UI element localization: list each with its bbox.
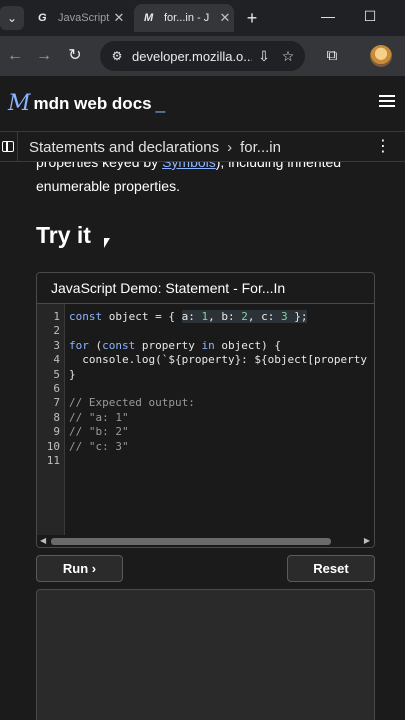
code-comment: // "c: 3"	[69, 439, 129, 453]
symbols-link[interactable]: Symbols	[162, 162, 216, 170]
line-number: 6	[53, 382, 60, 395]
close-icon[interactable]: ✕	[110, 10, 128, 26]
line-number: 9	[53, 425, 60, 439]
demo-title: JavaScript Demo: Statement - For...In	[37, 273, 374, 304]
reload-button[interactable]: ↻	[64, 45, 86, 67]
code-area[interactable]: const object = { a: 1, b: 2, c: 3 }; for…	[69, 304, 374, 535]
mdn-logo[interactable]: M mdn web docs _	[8, 91, 165, 116]
mouse-cursor	[104, 238, 110, 248]
code-line: }	[69, 367, 76, 381]
profile-avatar[interactable]	[370, 45, 392, 67]
mdn-logo-text: mdn web docs	[33, 93, 152, 113]
breadcrumb-item-statements[interactable]: Statements and declarations	[29, 139, 219, 156]
tab-search-button[interactable]: ⌄	[0, 6, 24, 30]
bookmark-star-icon[interactable]: ☆	[276, 48, 300, 65]
code-line: console.log(`${property}: ${object[prope…	[69, 353, 368, 367]
line-number: 7	[53, 396, 60, 410]
forward-button[interactable]: →	[33, 45, 55, 67]
interactive-demo: JavaScript Demo: Statement - For...In 1 …	[36, 272, 375, 548]
chevron-down-icon: ⌄	[6, 11, 18, 25]
site-settings-icon[interactable]: ⚙	[108, 47, 126, 65]
sidebar-icon	[2, 141, 14, 152]
breadcrumb-item-for-in[interactable]: for...in	[240, 139, 281, 156]
sidebar-toggle-button[interactable]	[0, 132, 18, 162]
extensions-icon[interactable]: ⧉	[322, 46, 342, 66]
breadcrumb-bar: Statements and declarations › for...in ⋮	[0, 131, 405, 162]
menu-icon[interactable]	[379, 95, 395, 107]
google-favicon-icon: G	[38, 12, 47, 24]
install-app-icon[interactable]: ⇩	[252, 48, 276, 65]
minimize-button[interactable]: —	[318, 8, 338, 24]
reset-button[interactable]: Reset	[287, 555, 375, 582]
site-header: M mdn web docs _	[0, 76, 405, 131]
intro-paragraph: properties keyed by Symbols), including …	[36, 162, 386, 198]
code-comment: // "a: 1"	[69, 410, 129, 424]
console-output	[36, 589, 375, 720]
scroll-left-icon[interactable]: ◀	[40, 536, 46, 545]
tab-javascript[interactable]: G JavaScript ✕	[28, 4, 128, 32]
breadcrumb: Statements and declarations › for...in	[29, 139, 281, 156]
line-number: 5	[53, 367, 60, 381]
code-comment: // "b: 2"	[69, 425, 129, 439]
tab-for-in[interactable]: M for...in - J ✕	[134, 4, 234, 32]
line-number: 1	[53, 310, 60, 323]
new-tab-button[interactable]: +	[244, 8, 260, 29]
try-it-heading: Try it	[36, 222, 91, 248]
line-number: 3	[53, 338, 60, 352]
line-number-gutter: 1 2 3 4 5 6 7 8 9 10 11	[37, 304, 65, 535]
browser-toolbar: ← → ↻ ⚙ developer.mozilla.o... ⇩ ☆ ⧉	[0, 36, 405, 76]
tab-title: for...in - J	[164, 12, 210, 24]
mdn-favicon-icon: M	[144, 12, 154, 24]
url-text[interactable]: developer.mozilla.o...	[132, 49, 252, 64]
line-number: 2	[53, 324, 60, 338]
close-icon[interactable]: ✕	[216, 10, 234, 26]
line-number: 4	[53, 353, 60, 367]
code-editor[interactable]: 1 2 3 4 5 6 7 8 9 10 11 const object = {…	[37, 304, 374, 535]
code-comment: // Expected output:	[69, 396, 195, 410]
maximize-button[interactable]: ☐	[360, 8, 380, 25]
tab-title: JavaScript	[58, 12, 110, 24]
article-content: properties keyed by Symbols), including …	[0, 162, 405, 720]
mdn-logo-caret: _	[155, 93, 166, 113]
run-button[interactable]: Run ›	[36, 555, 123, 582]
code-line: for (const property in object) {	[69, 338, 281, 352]
line-number: 8	[53, 410, 60, 424]
chevron-right-icon: ›	[227, 139, 233, 156]
scrollbar-thumb[interactable]	[51, 538, 331, 545]
line-number: 10	[46, 439, 60, 453]
line-number: 11	[46, 454, 60, 467]
scroll-right-icon[interactable]: ▶	[364, 536, 370, 545]
more-options-icon[interactable]: ⋮	[375, 138, 391, 156]
address-bar[interactable]: ⚙ developer.mozilla.o... ⇩ ☆	[100, 41, 305, 71]
code-line: const object = { a: 1, b: 2, c: 3 };	[69, 310, 308, 323]
mdn-logo-mark: M	[8, 91, 30, 116]
back-button[interactable]: ←	[4, 45, 26, 67]
browser-tab-bar: ⌄ G JavaScript ✕ M for...in - J ✕ + — ☐	[0, 0, 405, 36]
horizontal-scrollbar[interactable]: ◀ ▶	[37, 535, 374, 547]
intro-text: properties keyed by	[36, 162, 163, 170]
